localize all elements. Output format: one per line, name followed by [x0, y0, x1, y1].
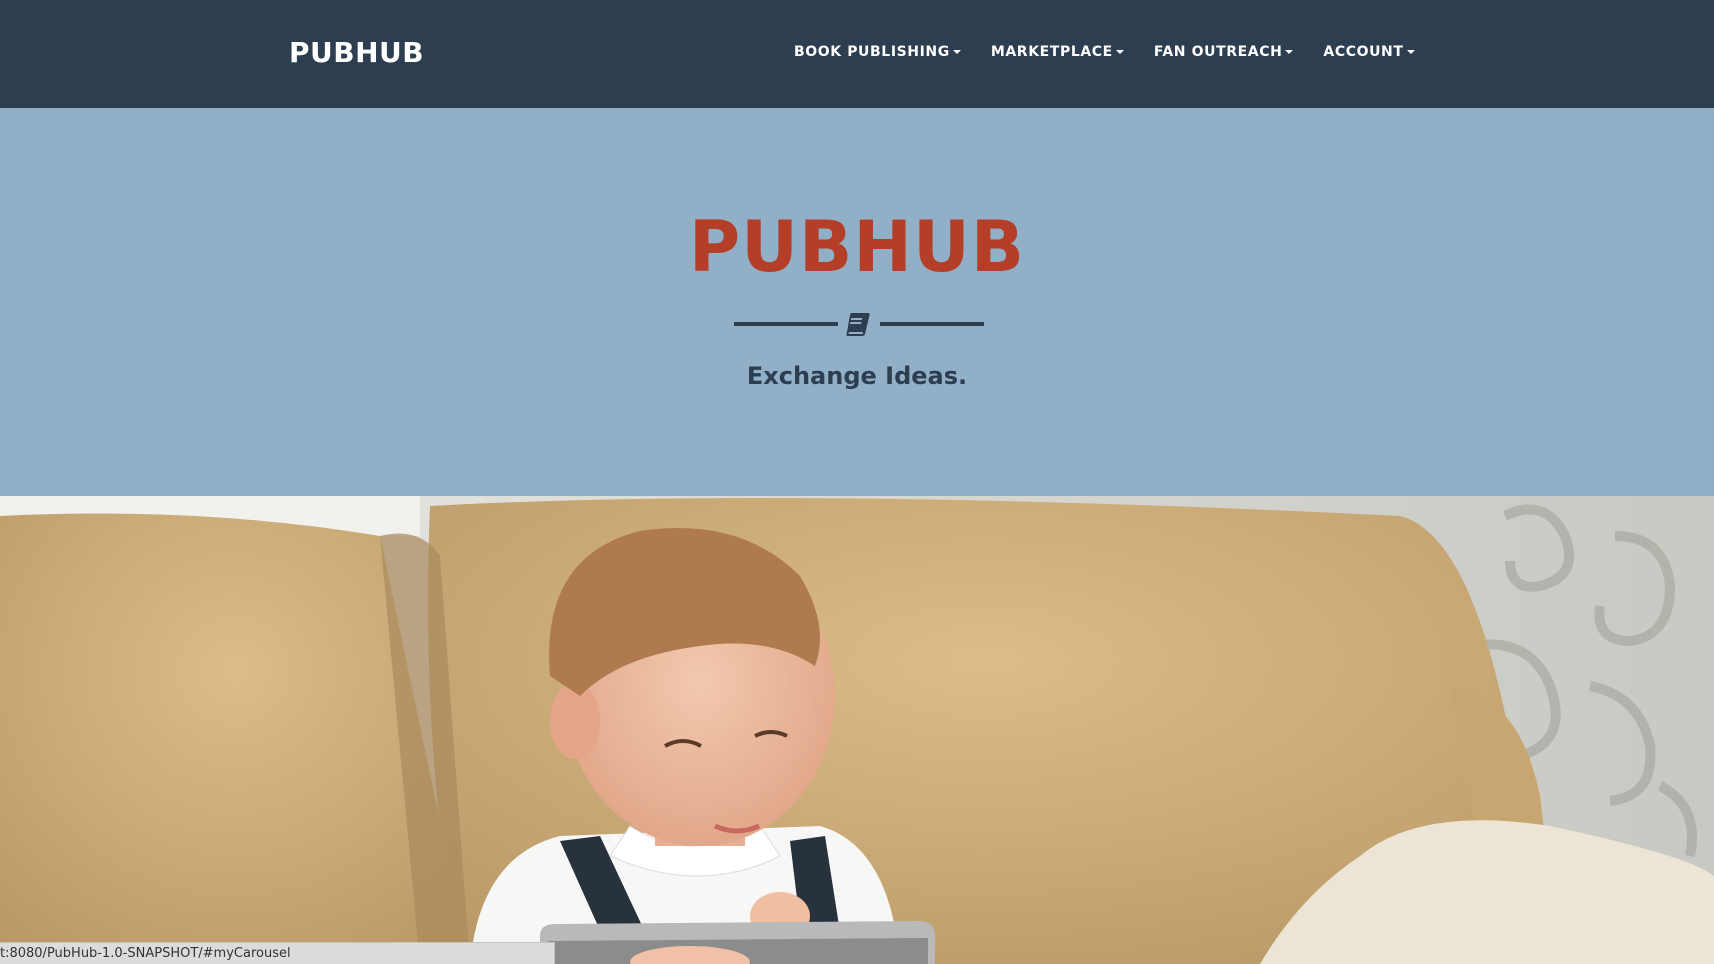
caret-down-icon — [1285, 50, 1294, 54]
book-icon — [846, 313, 870, 336]
top-navbar: PUBHUB BOOK PUBLISHING MARKETPLACE FAN O… — [0, 0, 1714, 108]
caret-down-icon — [1115, 50, 1124, 54]
nav-item-marketplace[interactable]: MARKETPLACE — [991, 44, 1124, 60]
nav-item-fan-outreach[interactable]: FAN OUTREACH — [1154, 44, 1294, 60]
browser-status-bar: t:8080/PubHub-1.0-SNAPSHOT/#myCarousel — [0, 942, 555, 964]
hero-section: PUBHUB Exchange Ideas. — [0, 108, 1714, 496]
caret-down-icon — [952, 50, 961, 54]
divider-line-left — [734, 322, 838, 326]
brand-logo[interactable]: PUBHUB — [289, 36, 424, 69]
nav-item-book-publishing[interactable]: BOOK PUBLISHING — [794, 44, 961, 60]
hero-title: PUBHUB — [688, 206, 1026, 288]
nav-item-label: FAN OUTREACH — [1153, 44, 1283, 60]
divider-line-right — [880, 322, 984, 326]
nav-item-label: ACCOUNT — [1323, 44, 1404, 60]
carousel[interactable] — [0, 496, 1714, 964]
hero-tagline: Exchange Ideas. — [746, 362, 968, 390]
carousel-photo — [0, 496, 1714, 964]
nav-item-account[interactable]: ACCOUNT — [1323, 44, 1415, 60]
nav-item-label: MARKETPLACE — [990, 44, 1113, 60]
nav-item-label: BOOK PUBLISHING — [794, 44, 950, 60]
nav-menu: BOOK PUBLISHING MARKETPLACE FAN OUTREACH… — [794, 44, 1445, 60]
caret-down-icon — [1406, 50, 1415, 54]
